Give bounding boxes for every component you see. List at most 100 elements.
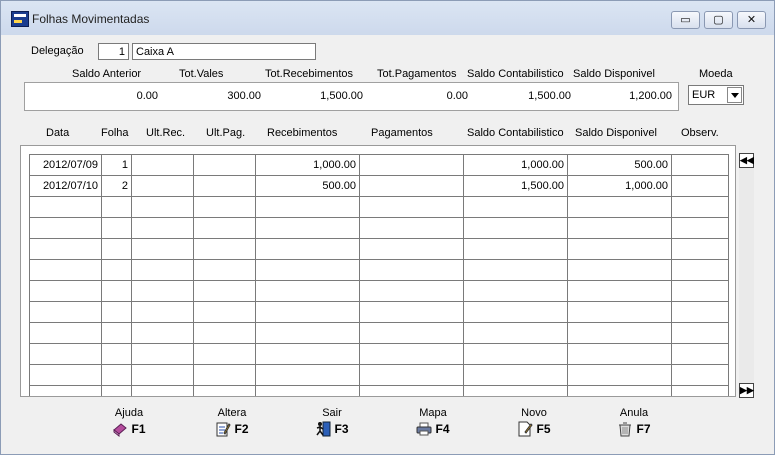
table-cell[interactable] xyxy=(255,364,360,386)
table-cell[interactable] xyxy=(463,322,568,344)
table-row[interactable] xyxy=(29,196,729,218)
table-cell[interactable] xyxy=(193,343,256,365)
table-row[interactable] xyxy=(29,301,729,323)
table-row[interactable]: 2012/07/09 1 1,000.00 1,000.00 500.00 xyxy=(29,154,729,176)
table-cell[interactable] xyxy=(671,238,729,260)
table-cell[interactable] xyxy=(131,280,194,302)
table-cell[interactable] xyxy=(671,322,729,344)
table-cell[interactable] xyxy=(359,385,464,396)
table-cell[interactable] xyxy=(131,301,194,323)
table-cell[interactable] xyxy=(567,385,672,396)
table-cell[interactable] xyxy=(567,259,672,281)
table-cell[interactable] xyxy=(101,196,132,218)
table-cell[interactable] xyxy=(193,217,256,239)
table-cell[interactable] xyxy=(193,322,256,344)
table-cell[interactable] xyxy=(101,364,132,386)
table-cell[interactable] xyxy=(671,259,729,281)
table-row[interactable]: 2012/07/10 2 500.00 1,500.00 1,000.00 xyxy=(29,175,729,197)
table-row[interactable] xyxy=(29,364,729,386)
table-cell[interactable] xyxy=(463,238,568,260)
table-cell[interactable] xyxy=(463,364,568,386)
table-cell[interactable]: 1,000.00 xyxy=(255,154,360,176)
table-cell[interactable] xyxy=(567,196,672,218)
table-cell[interactable] xyxy=(29,280,102,302)
table-cell[interactable] xyxy=(101,217,132,239)
table-cell[interactable] xyxy=(567,322,672,344)
table-cell[interactable] xyxy=(255,301,360,323)
table-cell[interactable] xyxy=(29,343,102,365)
table-cell[interactable] xyxy=(29,196,102,218)
fkey-button-f5[interactable]: Novo F5 xyxy=(499,407,569,437)
table-cell[interactable] xyxy=(193,175,256,197)
table-cell[interactable] xyxy=(567,217,672,239)
table-cell[interactable] xyxy=(193,196,256,218)
table-cell[interactable] xyxy=(671,196,729,218)
table-cell[interactable] xyxy=(131,322,194,344)
table-cell[interactable] xyxy=(671,280,729,302)
fkey-button-f4[interactable]: Mapa F4 xyxy=(398,407,468,437)
table-cell[interactable] xyxy=(193,154,256,176)
table-cell[interactable] xyxy=(671,343,729,365)
close-button[interactable]: ✕ xyxy=(737,11,766,29)
table-cell[interactable] xyxy=(463,385,568,396)
table-cell[interactable] xyxy=(29,259,102,281)
table-cell[interactable] xyxy=(671,364,729,386)
fkey-button-f3[interactable]: Sair F3 xyxy=(297,407,367,437)
table-cell[interactable] xyxy=(101,385,132,396)
table-cell[interactable] xyxy=(131,364,194,386)
table-cell[interactable] xyxy=(255,196,360,218)
table-cell[interactable] xyxy=(463,217,568,239)
delegacao-name-field[interactable]: Caixa A xyxy=(132,43,316,60)
table-cell[interactable] xyxy=(359,280,464,302)
table-cell[interactable] xyxy=(359,154,464,176)
table-cell[interactable]: 1,000.00 xyxy=(463,154,568,176)
table-cell[interactable] xyxy=(255,217,360,239)
table-cell[interactable] xyxy=(567,238,672,260)
table-cell[interactable] xyxy=(131,217,194,239)
table-cell[interactable]: 500.00 xyxy=(567,154,672,176)
table-cell[interactable] xyxy=(131,154,194,176)
table-cell[interactable] xyxy=(463,259,568,281)
table-cell[interactable] xyxy=(359,217,464,239)
table-cell[interactable] xyxy=(193,238,256,260)
table-cell[interactable]: 2 xyxy=(101,175,132,197)
table-cell[interactable]: 2012/07/09 xyxy=(29,154,102,176)
table-cell[interactable] xyxy=(359,259,464,281)
table-cell[interactable] xyxy=(359,322,464,344)
table-cell[interactable] xyxy=(359,196,464,218)
table-cell[interactable] xyxy=(255,280,360,302)
minimize-button[interactable]: ▭ xyxy=(671,11,700,29)
table-cell[interactable] xyxy=(193,364,256,386)
table-cell[interactable] xyxy=(359,364,464,386)
table-cell[interactable] xyxy=(193,280,256,302)
table-cell[interactable] xyxy=(255,385,360,396)
table-cell[interactable] xyxy=(255,322,360,344)
scroll-down-button[interactable]: ▶▶ xyxy=(739,383,754,398)
table-cell[interactable] xyxy=(131,175,194,197)
fkey-button-f7[interactable]: Anula F7 xyxy=(599,407,669,437)
table-cell[interactable] xyxy=(131,196,194,218)
table-cell[interactable] xyxy=(29,322,102,344)
table-cell[interactable] xyxy=(255,259,360,281)
table-cell[interactable] xyxy=(671,385,729,396)
fkey-button-f2[interactable]: Altera F2 xyxy=(197,407,267,437)
table-cell[interactable] xyxy=(193,259,256,281)
table-cell[interactable] xyxy=(131,343,194,365)
table-cell[interactable] xyxy=(463,280,568,302)
table-cell[interactable] xyxy=(359,175,464,197)
table-row[interactable] xyxy=(29,322,729,344)
table-cell[interactable]: 2012/07/10 xyxy=(29,175,102,197)
table-cell[interactable] xyxy=(131,259,194,281)
table-cell[interactable] xyxy=(131,385,194,396)
table-cell[interactable] xyxy=(567,280,672,302)
table-row[interactable] xyxy=(29,259,729,281)
delegacao-code-field[interactable]: 1 xyxy=(98,43,129,60)
table-cell[interactable] xyxy=(255,238,360,260)
table-cell[interactable] xyxy=(463,301,568,323)
table-cell[interactable] xyxy=(359,343,464,365)
table-cell[interactable]: 1,500.00 xyxy=(463,175,568,197)
table-cell[interactable]: 1 xyxy=(101,154,132,176)
table-cell[interactable] xyxy=(463,343,568,365)
table-cell[interactable] xyxy=(29,364,102,386)
table-row[interactable] xyxy=(29,385,729,396)
